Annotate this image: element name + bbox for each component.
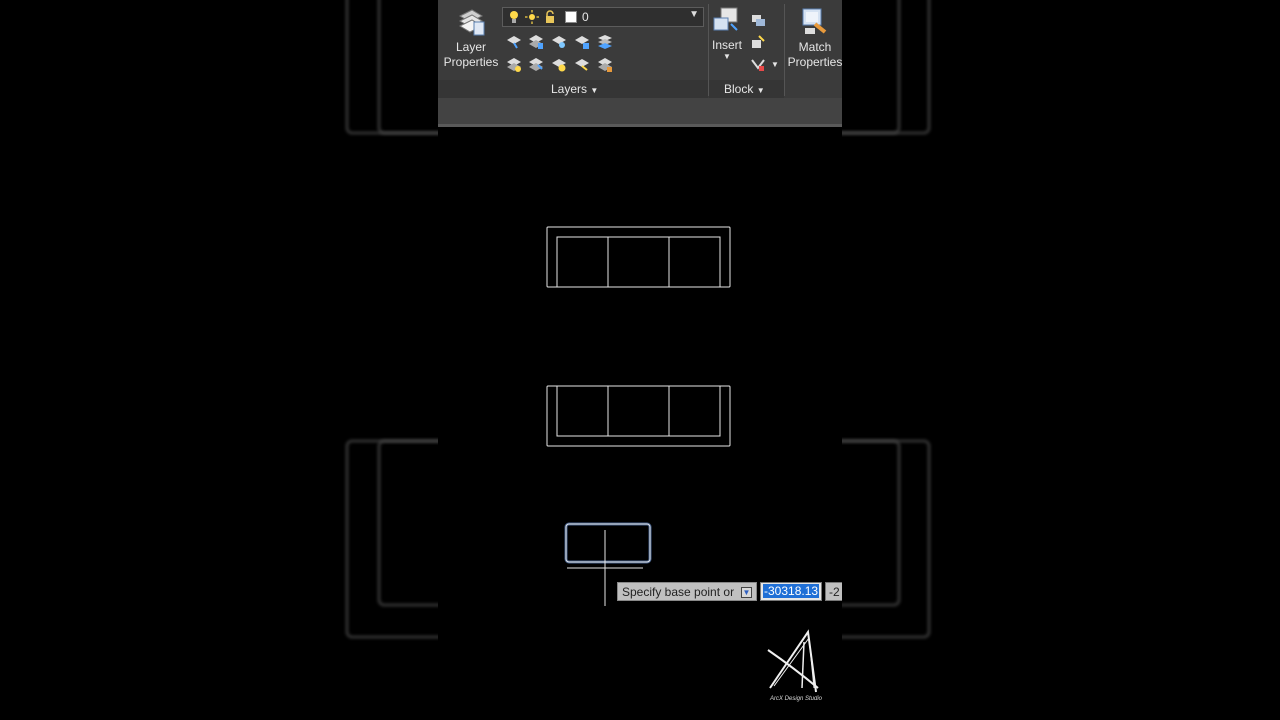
x-coordinate-value: -30318.13 [763,584,820,598]
blurred-background-right [842,0,1280,720]
blurred-background-left [0,0,438,720]
layer-freeze-icon[interactable] [551,34,567,50]
block-panel-title[interactable]: Block ▼ [724,82,765,96]
layer-stack-icon [458,9,485,36]
block-attributes-dropdown-icon[interactable]: ▼ [771,60,779,69]
layer-thaw-icon[interactable] [574,57,590,73]
match-properties-label-1: Match [798,40,832,54]
insert-dropdown-icon: ▼ [723,52,731,61]
layer-unlock-icon[interactable] [597,57,613,73]
layers-panel-dropdown-icon: ▼ [590,86,599,95]
block-panel-dropdown-icon: ▼ [756,86,765,95]
layer-properties-label-2: Properties [443,55,499,69]
layer-on-icon[interactable] [551,57,567,73]
layer-color-swatch [565,11,577,23]
layer-lock-icon[interactable] [574,34,590,50]
panel-separator [784,4,785,96]
match-properties-icon [802,8,827,34]
layer-dropdown[interactable]: 0 ▼ [502,7,704,27]
unlock-icon [546,10,554,23]
command-prompt-text: Specify base point or [622,585,735,599]
x-coordinate-input[interactable]: -30318.13 [760,582,822,601]
selected-rectangle[interactable] [565,523,651,563]
insert-block-icon [713,7,738,31]
match-properties-button[interactable]: Match Properties [786,6,842,70]
layer-isolate-icon[interactable] [528,34,544,50]
selected-rectangle-glow [564,522,652,564]
autocad-viewport: Layer Properties 0 ▼ Insert ▼ ▼ Match Pr… [438,0,842,720]
lightbulb-icon [510,11,518,23]
match-layer-icon[interactable] [528,57,544,73]
layer-properties-button[interactable]: Layer Properties [442,6,500,70]
options-down-arrow-icon[interactable]: ▼ [741,587,752,598]
chevron-down-icon: ▼ [689,9,699,20]
layer-walk-icon[interactable] [597,34,613,50]
ribbon-bottom-strip [438,98,842,127]
insert-button[interactable]: Insert ▼ [710,6,744,61]
watermark-text: ArcX Design Studio [769,696,823,702]
layers-panel-title[interactable]: Layers ▼ [551,82,598,96]
sofa-block-middle[interactable] [546,385,731,447]
ribbon: Layer Properties 0 ▼ Insert ▼ ▼ Match Pr… [438,0,842,99]
sun-icon [525,10,539,24]
edit-block-icon[interactable] [750,34,766,50]
current-layer-name: 0 [582,10,589,24]
block-attributes-icon[interactable] [750,57,766,73]
create-block-icon[interactable] [750,12,766,28]
layer-properties-label-1: Layer [455,40,487,54]
insert-label: Insert [711,38,742,52]
y-coordinate-input[interactable]: -2 [825,582,842,601]
sofa-block-top[interactable] [546,226,731,288]
match-properties-label-2: Properties [787,55,842,69]
command-prompt-tooltip: Specify base point or ▼ [617,582,757,601]
y-coordinate-value: -2 [829,585,840,599]
layer-off-icon[interactable] [506,34,522,50]
make-current-icon[interactable] [506,57,522,73]
